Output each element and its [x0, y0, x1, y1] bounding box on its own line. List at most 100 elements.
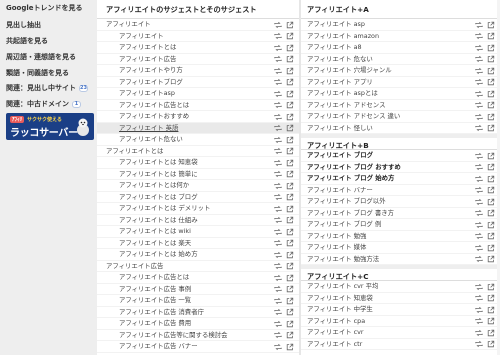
suggest-row[interactable]: アフィリエイト広告とは — [97, 100, 299, 111]
suggest-row[interactable]: アフィリエイトとは 簡単に — [97, 169, 299, 180]
suggest-row[interactable]: アフィリエイト 穴場ジャンル — [301, 65, 500, 77]
suggest-row[interactable]: アフィリエイト広告 費用 — [97, 318, 299, 330]
external-link-icon[interactable] — [286, 55, 294, 63]
external-link-icon[interactable] — [487, 306, 495, 314]
external-link-icon[interactable] — [286, 182, 294, 190]
rakko-server-banner[interactable]: ｱﾌｨﾘ サクサク使える ラッコサーバー — [6, 113, 94, 140]
external-link-icon[interactable] — [487, 152, 495, 160]
external-link-icon[interactable] — [286, 239, 294, 247]
external-link-icon[interactable] — [286, 90, 294, 98]
keyword-text[interactable]: アフィリエイト ブログ以外 — [307, 197, 386, 205]
retweet-icon[interactable] — [274, 170, 282, 178]
retweet-icon[interactable] — [274, 239, 282, 247]
keyword-text[interactable]: アフィリエイト 知恵袋 — [307, 294, 373, 302]
suggest-row[interactable]: アフィリエイトブログ — [97, 77, 299, 88]
retweet-icon[interactable] — [274, 343, 282, 351]
keyword-text[interactable]: アフィリエイト ブログ おすすめ — [307, 163, 401, 171]
suggest-row[interactable]: アフィリエイトとは 仕組み — [97, 215, 299, 226]
suggest-row[interactable]: アフィリエイト ブログ おすすめ — [301, 162, 500, 173]
suggest-row[interactable]: アフィリエイト ブログ 始め方 — [301, 173, 500, 185]
suggest-row[interactable]: アフィリエイトasp — [97, 88, 299, 100]
keyword-text[interactable]: アフィリエイト広告等に関する検討会 — [119, 331, 228, 339]
suggest-row[interactable]: アフィリエイト ブログ 書き方 — [301, 208, 500, 219]
sidebar-item-used-domains[interactable]: 関連：中古ドメイン 1 — [6, 100, 81, 109]
keyword-text[interactable]: アフィリエイトとは wiki — [119, 227, 191, 235]
retweet-icon[interactable] — [475, 175, 483, 183]
suggest-row[interactable]: アフィリエイト a8 — [301, 42, 500, 54]
suggest-row[interactable]: アフィリエイトやり方 — [97, 65, 299, 77]
external-link-icon[interactable] — [487, 21, 495, 29]
external-link-icon[interactable] — [286, 44, 294, 52]
retweet-icon[interactable] — [475, 329, 483, 337]
keyword-text[interactable]: アフィリエイト広告とは — [119, 101, 189, 109]
retweet-icon[interactable] — [274, 159, 282, 167]
external-link-icon[interactable] — [286, 216, 294, 224]
retweet-icon[interactable] — [274, 331, 282, 339]
retweet-icon[interactable] — [274, 55, 282, 63]
suggest-row[interactable]: アフィリエイト 英語 — [97, 122, 299, 134]
retweet-icon[interactable] — [274, 44, 282, 52]
suggest-row[interactable]: アフィリエイトとは wiki — [97, 226, 299, 238]
keyword-text[interactable]: アフィリエイト 怪しい — [307, 124, 373, 132]
external-link-icon[interactable] — [286, 262, 294, 270]
keyword-text[interactable]: アフィリエイト asp — [307, 20, 365, 28]
retweet-icon[interactable] — [475, 294, 483, 302]
suggest-row[interactable]: アフィリエイトとは — [97, 146, 299, 157]
keyword-text[interactable]: アフィリエイト アプリ — [307, 78, 373, 86]
retweet-icon[interactable] — [274, 285, 282, 293]
external-link-icon[interactable] — [487, 55, 495, 63]
keyword-text[interactable]: アフィリエイト 穴場ジャンル — [307, 66, 392, 74]
external-link-icon[interactable] — [286, 343, 294, 351]
external-link-icon[interactable] — [286, 274, 294, 282]
external-link-icon[interactable] — [487, 186, 495, 194]
external-link-icon[interactable] — [487, 209, 495, 217]
keyword-text[interactable]: アフィリエイトやり方 — [119, 66, 183, 74]
retweet-icon[interactable] — [475, 163, 483, 171]
external-link-icon[interactable] — [286, 136, 294, 144]
keyword-text[interactable]: アフィリエイトとは何か — [119, 181, 189, 189]
suggest-row[interactable]: アフィリエイト 勉強 — [301, 231, 500, 242]
external-link-icon[interactable] — [286, 331, 294, 339]
external-link-icon[interactable] — [286, 124, 294, 132]
retweet-icon[interactable] — [475, 101, 483, 109]
suggest-row[interactable]: アフィリエイト amazon — [301, 31, 500, 42]
external-link-icon[interactable] — [286, 320, 294, 328]
external-link-icon[interactable] — [487, 340, 495, 348]
external-link-icon[interactable] — [487, 283, 495, 291]
retweet-icon[interactable] — [274, 320, 282, 328]
keyword-text[interactable]: アフィリエイト広告 — [106, 262, 163, 270]
suggest-row[interactable]: アフィリエイト ブログ以外 — [301, 196, 500, 208]
sidebar-item-synonyms[interactable]: 類語・同義語を見る — [6, 69, 69, 78]
suggest-row[interactable]: アフィリエイトとは 始め方 — [97, 249, 299, 261]
retweet-icon[interactable] — [475, 317, 483, 325]
external-link-icon[interactable] — [286, 308, 294, 316]
retweet-icon[interactable] — [274, 32, 282, 40]
external-link-icon[interactable] — [286, 159, 294, 167]
keyword-text[interactable]: アフィリエイト バナー — [307, 186, 373, 194]
external-link-icon[interactable] — [487, 198, 495, 206]
retweet-icon[interactable] — [475, 186, 483, 194]
keyword-text[interactable]: アフィリエイト cpa — [307, 317, 365, 325]
external-link-icon[interactable] — [286, 21, 294, 29]
keyword-text[interactable]: アフィリエイトとは 楽天 — [119, 239, 191, 247]
retweet-icon[interactable] — [274, 67, 282, 75]
suggest-row[interactable]: アフィリエイト 勉強方法 — [301, 254, 500, 265]
retweet-icon[interactable] — [475, 124, 483, 132]
keyword-text[interactable]: アフィリエイト アドセンス — [307, 101, 385, 109]
retweet-icon[interactable] — [475, 209, 483, 217]
external-link-icon[interactable] — [487, 232, 495, 240]
external-link-icon[interactable] — [487, 67, 495, 75]
retweet-icon[interactable] — [274, 274, 282, 282]
suggest-row[interactable]: アフィリエイトとは デメリット — [97, 203, 299, 215]
suggest-row[interactable]: アフィリエイト aspとは — [301, 88, 500, 100]
external-link-icon[interactable] — [487, 90, 495, 98]
retweet-icon[interactable] — [274, 228, 282, 236]
external-link-icon[interactable] — [487, 221, 495, 229]
retweet-icon[interactable] — [274, 78, 282, 86]
keyword-text[interactable]: アフィリエイト 勉強方法 — [307, 255, 379, 263]
external-link-icon[interactable] — [286, 170, 294, 178]
keyword-text[interactable]: アフィリエイト 英語 — [119, 124, 178, 132]
retweet-icon[interactable] — [475, 90, 483, 98]
sidebar-item-cooccurrence[interactable]: 共起語を見る — [6, 37, 48, 46]
external-link-icon[interactable] — [286, 285, 294, 293]
